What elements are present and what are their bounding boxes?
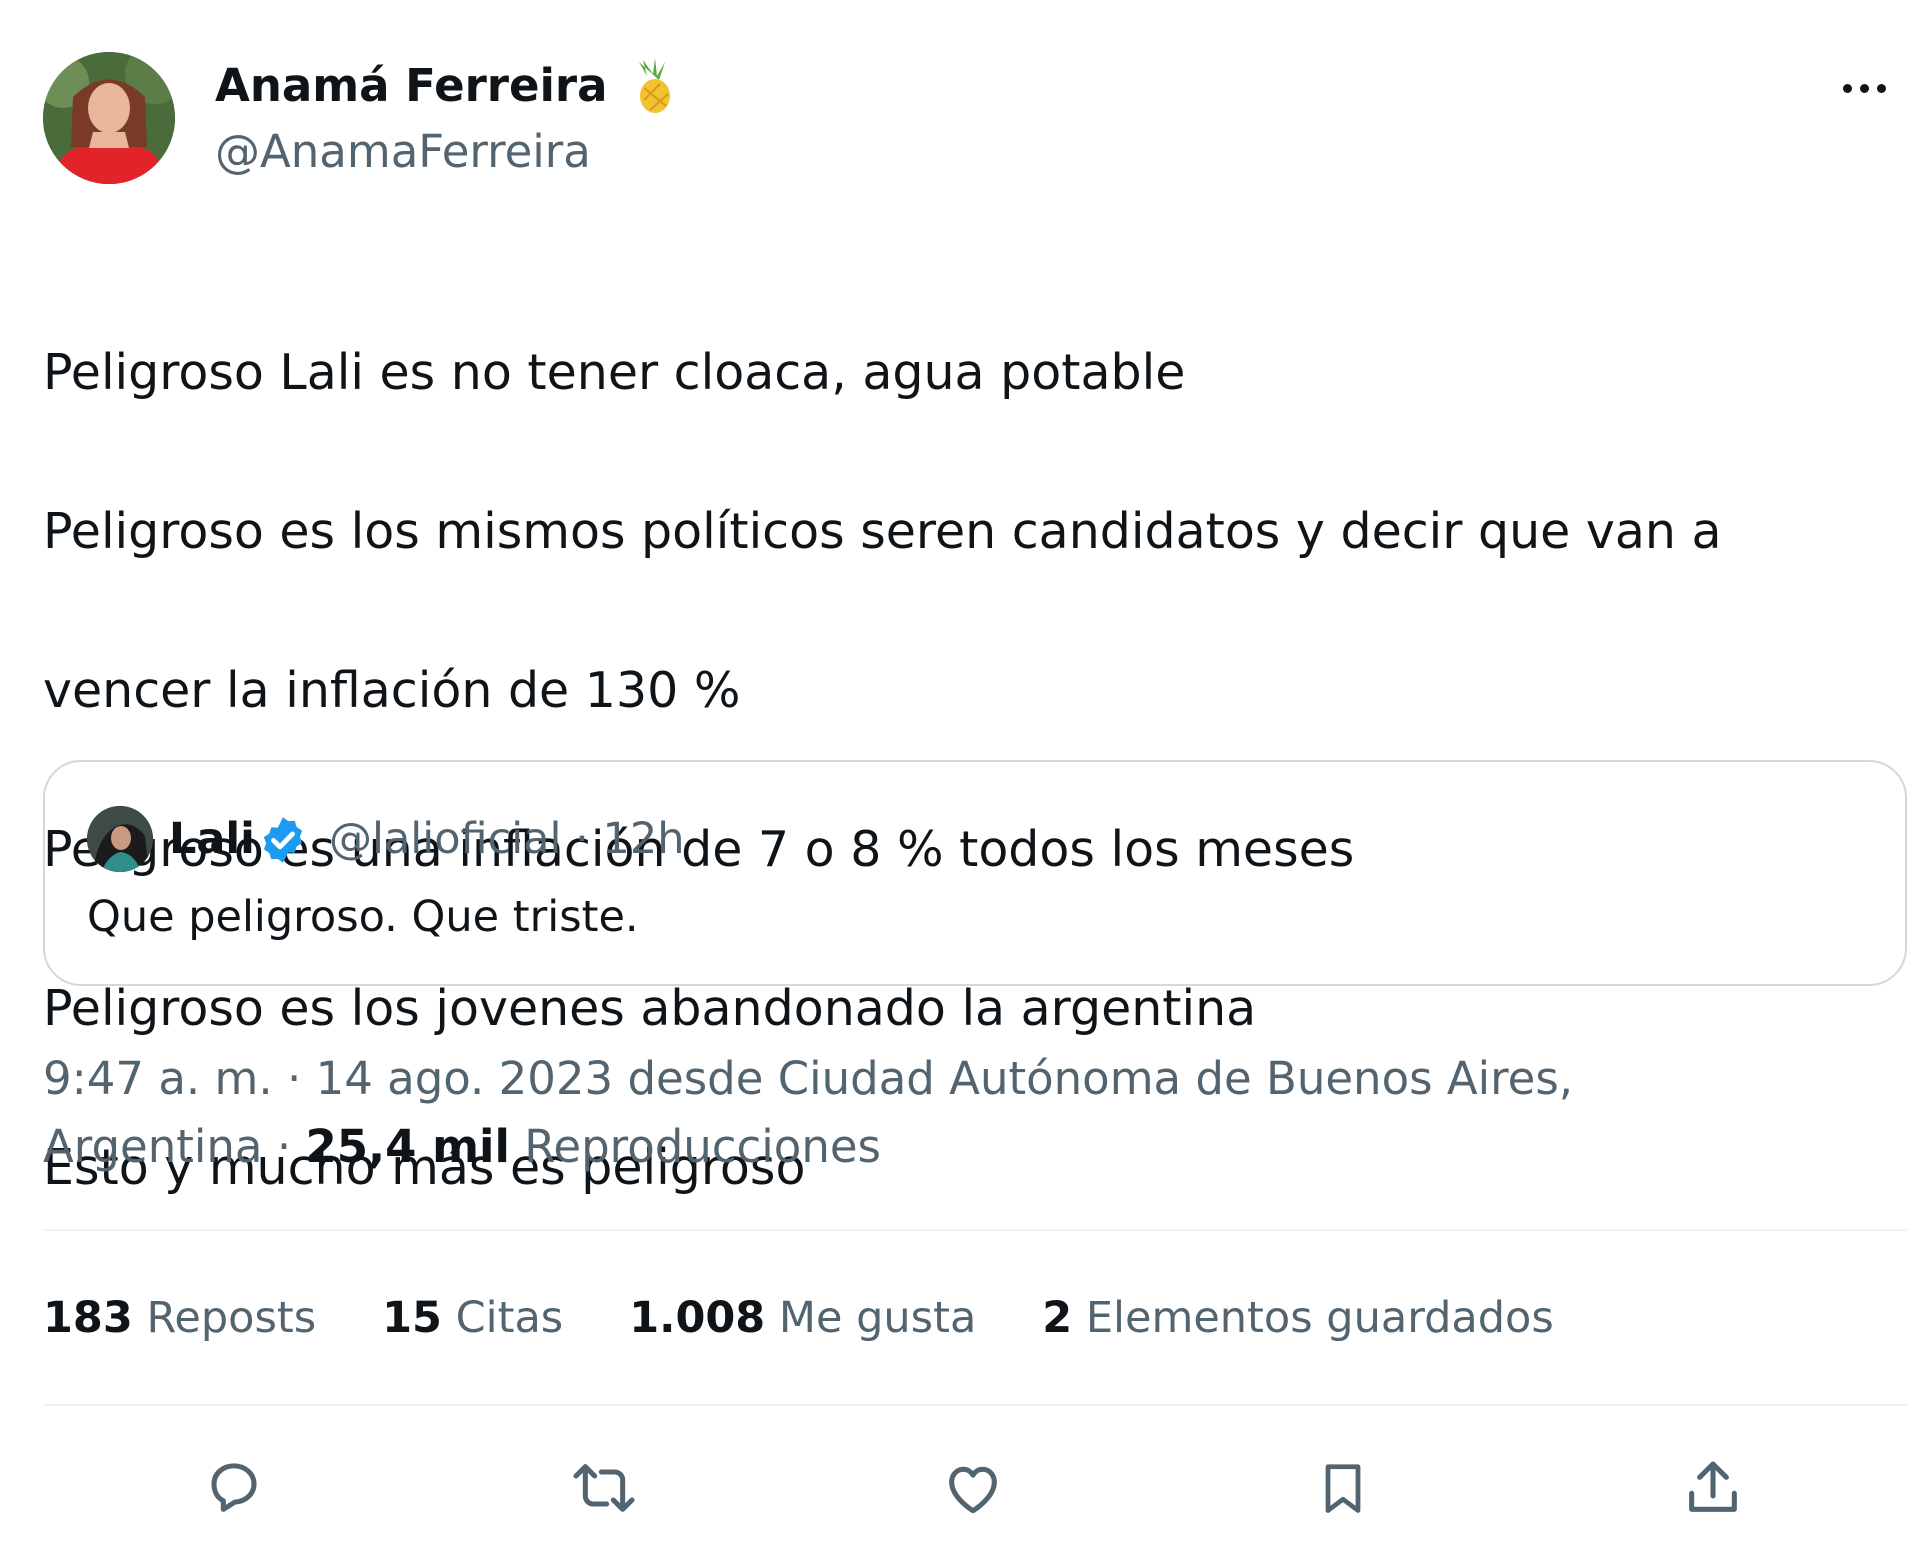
quoted-tweet-text: Que peligroso. Que triste. — [87, 892, 639, 942]
tweet-location-views: Argentina · 25,4 mil Reproducciones — [43, 1113, 881, 1181]
engagement-stats: 183 Reposts 15 Citas 1.008 Me gusta 2 El… — [43, 1285, 1620, 1351]
stat-count: 15 — [382, 1293, 442, 1343]
stat-label: Elementos guardados — [1085, 1293, 1554, 1343]
verified-badge-icon — [257, 814, 309, 866]
views-count: 25,4 mil — [305, 1120, 510, 1173]
like-icon[interactable] — [933, 1448, 1013, 1528]
tweet-timestamp[interactable]: 9:47 a. m. · 14 ago. 2023 desde Ciudad A… — [43, 1045, 1573, 1113]
reposts-stat[interactable]: 183 Reposts — [43, 1285, 316, 1351]
stat-count: 1.008 — [629, 1293, 766, 1343]
tweet-line: vencer la inflación de 130 % — [43, 661, 741, 719]
reply-icon[interactable] — [194, 1448, 274, 1528]
separator: · — [262, 1120, 306, 1173]
share-icon[interactable] — [1673, 1448, 1753, 1528]
display-name-text: Anamá Ferreira — [215, 59, 608, 112]
quoted-author-avatar[interactable] — [87, 806, 153, 872]
bookmark-icon[interactable] — [1303, 1448, 1383, 1528]
stat-count: 183 — [43, 1293, 133, 1343]
stat-label: Me gusta — [778, 1293, 977, 1343]
quoted-handle-time[interactable]: @lalioficial · 12h — [329, 809, 684, 869]
repost-icon[interactable] — [564, 1448, 644, 1528]
pineapple-icon — [625, 56, 681, 116]
location-end: Argentina — [43, 1120, 263, 1173]
tweet-line: Peligroso Lali es no tener cloaca, agua … — [43, 343, 1186, 401]
author-handle[interactable]: @AnamaFerreira — [215, 122, 591, 182]
quoted-author-name[interactable]: Lali — [169, 809, 255, 869]
bookmarks-stat[interactable]: 2 Elementos guardados — [1042, 1285, 1553, 1351]
views-label: Reproducciones — [524, 1120, 881, 1173]
more-options-icon[interactable] — [1832, 68, 1896, 108]
likes-stat[interactable]: 1.008 Me gusta — [629, 1285, 976, 1351]
quoted-tweet-card[interactable]: Lali @lalioficial · 12h Que peligroso. Q… — [43, 760, 1907, 986]
author-display-name[interactable]: Anamá Ferreira — [215, 56, 681, 116]
divider — [43, 1404, 1907, 1406]
tweet-line: Peligroso es los mismos políticos seren … — [43, 502, 1722, 560]
stat-label: Citas — [455, 1293, 564, 1343]
stat-count: 2 — [1042, 1293, 1073, 1343]
divider — [43, 1229, 1907, 1231]
author-avatar[interactable] — [43, 52, 175, 184]
stat-label: Reposts — [146, 1293, 317, 1343]
quotes-stat[interactable]: 15 Citas — [382, 1285, 563, 1351]
